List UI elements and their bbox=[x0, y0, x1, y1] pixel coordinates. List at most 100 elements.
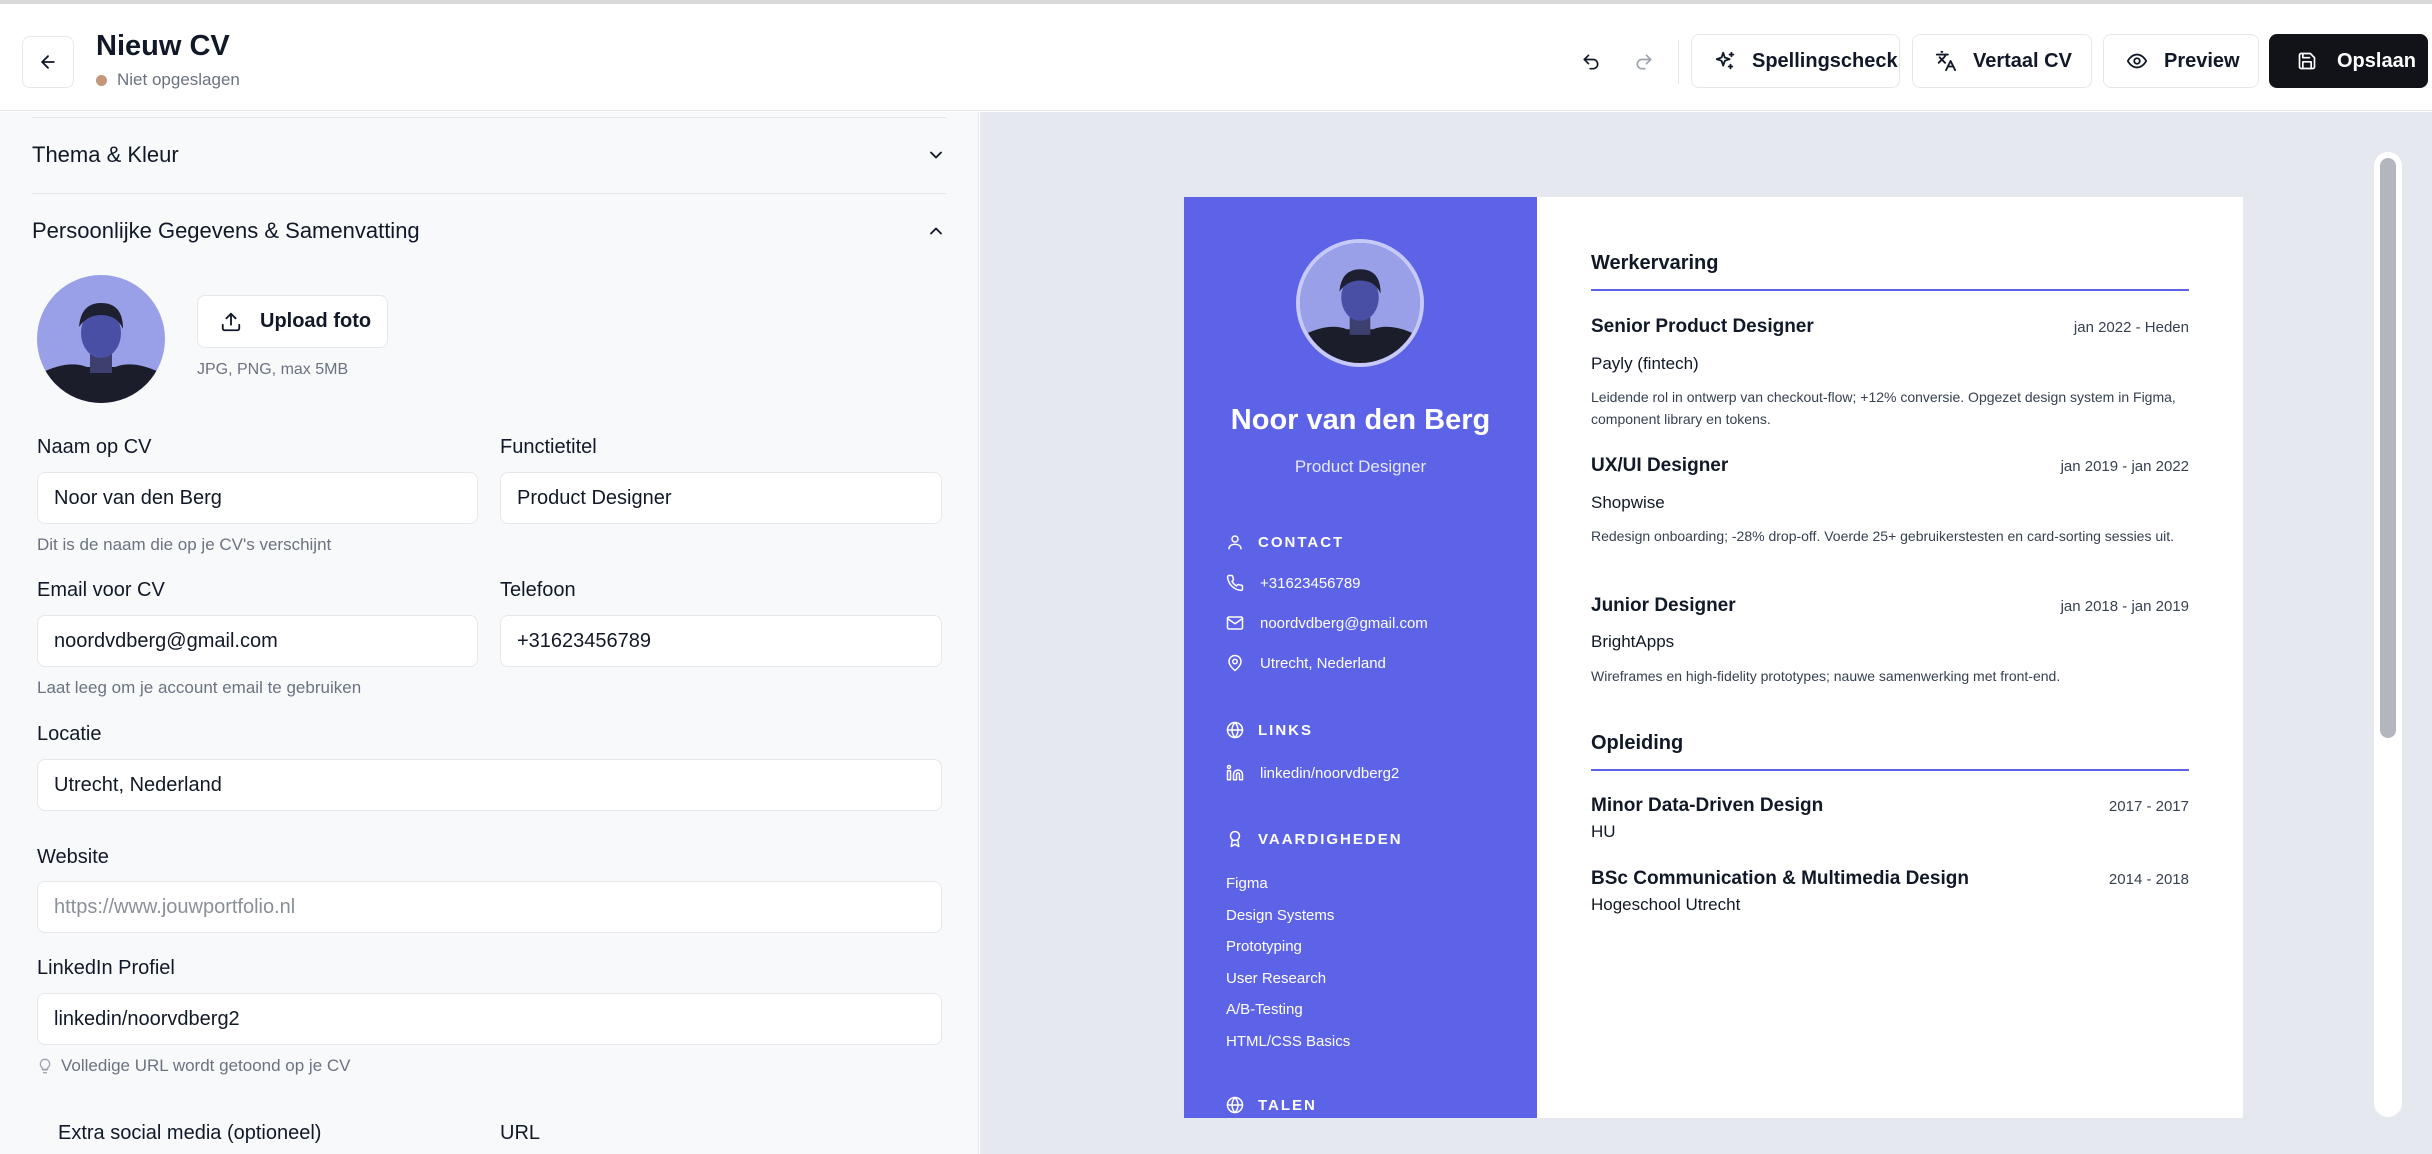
cv-job-date: jan 2019 - jan 2022 bbox=[2060, 458, 2189, 475]
back-button[interactable] bbox=[22, 36, 74, 88]
section-theme-toggle[interactable]: Thema & Kleur bbox=[32, 135, 946, 175]
map-pin-icon bbox=[1228, 654, 1242, 672]
undo-button[interactable] bbox=[1571, 42, 1611, 82]
cv-education-title: Minor Data-Driven Design bbox=[1591, 795, 1824, 816]
photo-hint: JPG, PNG, max 5MB bbox=[197, 361, 349, 378]
cv-contact-heading-text: CONTACT bbox=[1258, 533, 1345, 551]
upload-icon bbox=[221, 312, 241, 331]
cv-phone-text: +31623456789 bbox=[1260, 574, 1361, 592]
cv-skills-heading-text: VAARDIGHEDEN bbox=[1258, 830, 1403, 848]
cv-job-title: UX/UI Designer bbox=[1591, 455, 1729, 476]
website-label: Website bbox=[37, 846, 109, 868]
cv-links-heading: LINKS bbox=[1226, 721, 1313, 739]
location-input[interactable]: Utrecht, Nederland bbox=[37, 759, 942, 811]
cv-skill-item: Prototyping bbox=[1226, 938, 1302, 955]
cv-education-school: Hogeschool Utrecht bbox=[1591, 895, 1741, 914]
document-title: Nieuw CV bbox=[96, 30, 230, 62]
cv-name: Noor van den Berg bbox=[1230, 404, 1491, 436]
cv-main: Werkervaring Senior Product Designer jan… bbox=[1537, 197, 2243, 1118]
translate-button[interactable]: Vertaal CV bbox=[1912, 34, 2092, 88]
status-dot bbox=[96, 74, 107, 86]
cv-education-date: 2014 - 2018 bbox=[2108, 871, 2189, 888]
preview-scrollbar-thumb[interactable] bbox=[2380, 158, 2396, 738]
preview-button[interactable]: Preview bbox=[2103, 34, 2259, 88]
cv-contact-phone: +31623456789 bbox=[1226, 574, 1361, 592]
translate-label: Vertaal CV bbox=[1973, 49, 2072, 72]
save-status: Niet opgeslagen bbox=[96, 70, 240, 90]
cv-job-company: BrightApps bbox=[1591, 632, 1675, 651]
cv-education-title: BSc Communication & Multimedia Design bbox=[1591, 868, 1969, 889]
divider bbox=[32, 193, 946, 194]
cv-linkedin-text: linkedin/noorvdberg2 bbox=[1260, 764, 1400, 782]
cv-links-heading-text: LINKS bbox=[1258, 721, 1313, 739]
cv-education-heading: Opleiding bbox=[1591, 732, 2189, 771]
cv-job-date: jan 2018 - jan 2019 bbox=[2060, 598, 2189, 615]
arrow-left-icon bbox=[41, 55, 55, 69]
linkedin-helper-text: Volledige URL wordt getoond op je CV bbox=[61, 1056, 351, 1075]
eye-icon bbox=[2126, 53, 2148, 69]
award-icon bbox=[1229, 830, 1241, 848]
cv-skill-item: User Research bbox=[1226, 970, 1327, 987]
phone-label: Telefoon bbox=[500, 579, 576, 601]
phone-input[interactable]: +31623456789 bbox=[500, 615, 942, 667]
cv-experience-heading: Werkervaring bbox=[1591, 252, 2189, 291]
save-icon bbox=[2298, 52, 2316, 70]
redo-button[interactable] bbox=[1624, 42, 1664, 82]
location-label: Locatie bbox=[37, 723, 102, 745]
save-button[interactable]: Opslaan bbox=[2269, 34, 2428, 88]
cv-job-description: Leidende rol in ontwerp van checkout-flo… bbox=[1591, 389, 2176, 427]
cv-role: Product Designer bbox=[1294, 457, 1427, 476]
chevron-up-icon bbox=[930, 227, 942, 235]
linkedin-input[interactable]: linkedin/noorvdberg2 bbox=[37, 993, 942, 1045]
cv-job-company: Payly (fintech) bbox=[1591, 354, 1699, 373]
cv-skills-heading: VAARDIGHEDEN bbox=[1226, 830, 1403, 848]
name-label: Naam op CV bbox=[37, 436, 152, 458]
undo-icon bbox=[1583, 54, 1599, 70]
cv-email-text: noordvdberg@gmail.com bbox=[1260, 614, 1428, 632]
profile-photo-image bbox=[37, 275, 165, 403]
cv-contact-heading: CONTACT bbox=[1226, 533, 1344, 551]
cv-document: Noor van den Berg Product Designer CONTA… bbox=[1184, 197, 2243, 1118]
extra-social-label: Extra social media (optioneel) bbox=[58, 1122, 322, 1144]
cv-job-date: jan 2022 - Heden bbox=[2073, 319, 2189, 336]
linkedin-label: LinkedIn Profiel bbox=[37, 957, 175, 979]
chevron-down-icon bbox=[930, 151, 942, 159]
cv-photo bbox=[1296, 239, 1424, 367]
cv-photo-image bbox=[1300, 243, 1420, 363]
redo-icon bbox=[1636, 54, 1652, 70]
upload-photo-button[interactable]: Upload foto bbox=[197, 295, 388, 348]
sparkles-icon bbox=[1715, 51, 1735, 70]
cv-contact-email: noordvdberg@gmail.com bbox=[1226, 614, 1428, 632]
cv-skill-item: HTML/CSS Basics bbox=[1226, 1033, 1351, 1050]
languages-icon bbox=[1935, 50, 1957, 72]
email-helper: Laat leeg om je account email te gebruik… bbox=[37, 678, 362, 697]
lightbulb-icon bbox=[39, 1058, 51, 1074]
cv-location-text: Utrecht, Nederland bbox=[1260, 654, 1386, 672]
user-icon bbox=[1228, 535, 1242, 550]
email-label: Email voor CV bbox=[37, 579, 165, 601]
preview-label: Preview bbox=[2164, 49, 2240, 72]
extra-social-url-label: URL bbox=[500, 1122, 541, 1144]
job-title-input[interactable]: Product Designer bbox=[500, 472, 942, 524]
editor-header: Nieuw CV Niet opgeslagen Spellingscheck … bbox=[0, 4, 2432, 111]
globe-icon bbox=[1226, 1096, 1244, 1114]
section-personal-toggle[interactable]: Persoonlijke Gegevens & Samenvatting bbox=[32, 211, 946, 251]
name-input[interactable]: Noor van den Berg bbox=[37, 472, 478, 524]
upload-photo-label: Upload foto bbox=[260, 310, 372, 332]
website-input[interactable]: https://www.jouwportfolio.nl bbox=[37, 881, 942, 933]
cv-job-description: Redesign onboarding; -28% drop-off. Voer… bbox=[1591, 528, 2175, 544]
editor-panel: Thema & Kleur Persoonlijke Gegevens & Sa… bbox=[0, 112, 979, 1154]
save-status-label: Niet opgeslagen bbox=[117, 70, 240, 89]
spellcheck-button[interactable]: Spellingscheck bbox=[1691, 34, 1900, 88]
linkedin-icon bbox=[1226, 764, 1244, 781]
cv-skill-item: Design Systems bbox=[1226, 907, 1335, 924]
email-input[interactable]: noordvdberg@gmail.com bbox=[37, 615, 478, 667]
job-title-label: Functietitel bbox=[500, 436, 597, 458]
globe-icon bbox=[1226, 721, 1244, 739]
cv-skill-item: Figma bbox=[1226, 875, 1268, 892]
cv-languages-heading: TALEN bbox=[1226, 1096, 1317, 1114]
spellcheck-label: Spellingscheck bbox=[1752, 49, 1898, 72]
section-personal-title: Persoonlijke Gegevens & Samenvatting bbox=[32, 218, 420, 243]
cv-education-date: 2017 - 2017 bbox=[2108, 798, 2189, 815]
linkedin-helper: Volledige URL wordt getoond op je CV bbox=[37, 1056, 351, 1076]
